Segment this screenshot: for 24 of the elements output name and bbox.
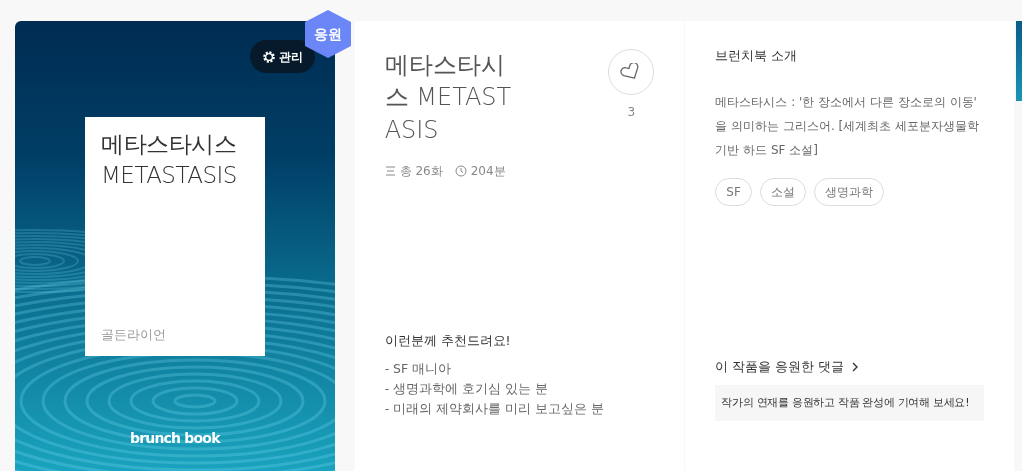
- support-badge: 응원: [305, 10, 351, 58]
- keyword-tag[interactable]: 소설: [759, 177, 806, 206]
- intro-heading: 브런치북 소개: [715, 47, 799, 65]
- brand-logo: brunch book: [129, 430, 220, 446]
- cover-author: 골든라이언: [101, 325, 167, 344]
- chevron-right-icon: [852, 362, 860, 373]
- keyword-tag[interactable]: 생명과학: [813, 177, 884, 206]
- comment-prompt: 작가의 연재를 응원하고 작품 완성에 기여해 보세요!: [715, 384, 984, 421]
- like-count: 3: [627, 104, 636, 121]
- comments-link[interactable]: 이 작품을 응원한 댓글: [715, 357, 860, 377]
- clock-icon: [454, 165, 467, 178]
- recommend-item: - 미래의 제약회사를 미리 보고싶은 분: [384, 400, 605, 418]
- gear-icon: [262, 49, 276, 64]
- reading-time: 204분: [470, 163, 506, 181]
- recommend-item: - 생명과학에 호기심 있는 분: [384, 380, 550, 398]
- like-button[interactable]: [608, 49, 655, 95]
- cover-title: 메타스타시스 METASTASIS: [101, 130, 238, 191]
- recommend-heading: 이런분께 추천드려요!: [384, 332, 512, 351]
- book-title: 메타스타시스 METASTASIS: [384, 50, 513, 146]
- list-icon: [384, 166, 396, 177]
- recommend-item: - SF 매니아: [384, 360, 453, 378]
- episode-count: 총 26화: [399, 163, 443, 181]
- intro-description: 메타스타시스 : '한 장소에서 다른 장소로의 이동' 을 의미하는 그리스어. [세계최초 세포분자생물학 기반 하드 SF 소설]: [715, 93, 981, 159]
- keyword-tag[interactable]: SF: [715, 177, 752, 206]
